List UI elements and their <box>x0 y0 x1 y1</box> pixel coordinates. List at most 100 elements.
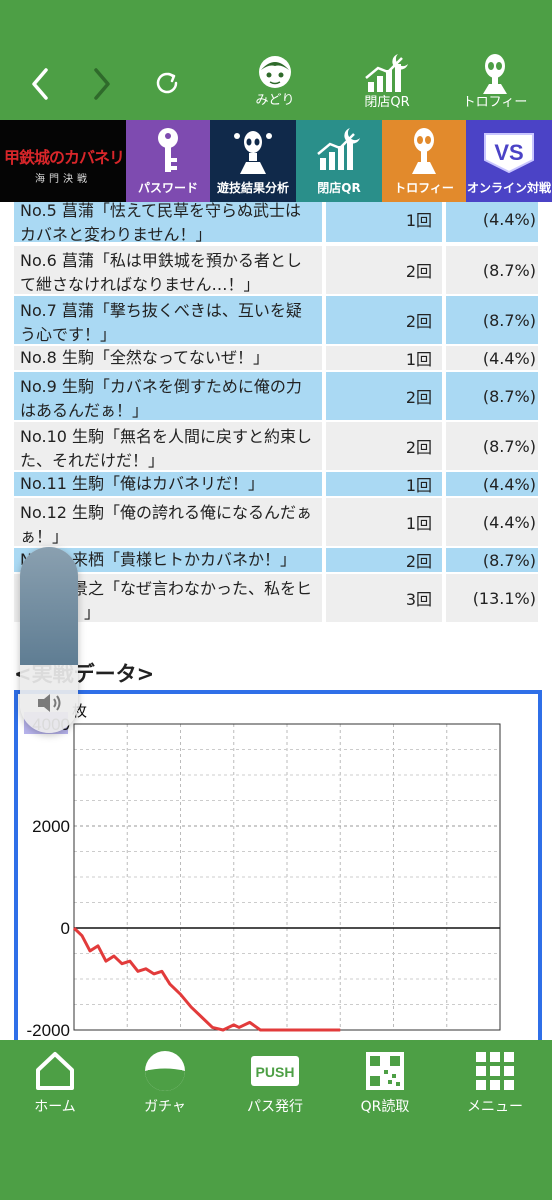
quote-count: 2回 <box>326 246 442 294</box>
bottom-nav-qr-label: QR読取 <box>360 1099 410 1115</box>
reload-icon <box>156 72 178 94</box>
menu-tile-closing-qr-label: 閉店QR <box>317 181 361 195</box>
table-row: No.5 菖蒲「怯えて民草を守らぬ武士はカバネと変わりません！」 1回 (4.4… <box>14 202 538 244</box>
menu-tile-closing-qr[interactable]: 閉店QR <box>296 120 382 202</box>
push-pass-icon: PUSH <box>251 1056 299 1086</box>
table-row: No.9 生駒「カバネを倒すために俺の力はあるんだぁ！」 2回 (8.7%) <box>14 372 538 420</box>
quote-percent: (8.7%) <box>446 548 538 572</box>
midori-label: みどり <box>255 93 295 108</box>
trophy-alien-icon <box>412 128 436 174</box>
reload-button[interactable] <box>150 66 184 100</box>
quote-percent: (13.1%) <box>446 574 538 622</box>
quote-text: No.5 菖蒲「怯えて民草を守らぬ武士はカバネと変わりません！」 <box>14 202 322 244</box>
quote-count: 3回 <box>326 574 442 622</box>
home-icon <box>36 1052 74 1090</box>
midori-character-icon <box>259 56 291 88</box>
gacha-ball-icon <box>145 1051 185 1091</box>
menu-grid-icon <box>476 1052 514 1090</box>
bottom-nav-gacha-label: ガチャ <box>144 1099 186 1115</box>
table-row: No.12 生駒「俺の誇れる俺になるんだぁぁ！」 1回 (4.4%) <box>14 498 538 546</box>
quote-count: 2回 <box>326 422 442 470</box>
volume-overlay[interactable] <box>20 547 78 733</box>
content-area: No.5 菖蒲「怯えて民草を守らぬ武士はカバネと変わりません！」 1回 (4.4… <box>0 202 552 1040</box>
closing-qr-chart-icon <box>365 54 408 92</box>
chart-y-tick-label: 0 <box>61 919 70 938</box>
svg-text:PUSH: PUSH <box>256 1064 295 1080</box>
bottom-nav: ホーム ガチャ PUSH パス発行 QR読取 メニュー <box>0 1040 552 1200</box>
quote-count: 2回 <box>326 296 442 344</box>
volume-level <box>20 547 78 665</box>
menu-tile-online-battle-label: オンライン対戦 <box>466 181 551 195</box>
bottom-nav-gacha[interactable]: ガチャ <box>110 1048 220 1116</box>
chevron-left-icon <box>32 68 48 100</box>
bottom-nav-qr[interactable]: QR読取 <box>330 1048 440 1116</box>
menu-tile-online-battle[interactable]: VS オンライン対戦 <box>466 120 552 202</box>
game-data-chart: 400020000-2000枚 <box>14 690 542 1040</box>
chevron-right-icon <box>94 68 110 100</box>
top-closing-qr[interactable]: 閉店QR <box>342 52 432 110</box>
quote-percent: (4.4%) <box>446 202 538 242</box>
quote-percent: (4.4%) <box>446 346 538 370</box>
table-row: No.17 景之「なぜ言わなかった、私をヒトだと！」 3回 (13.1%) <box>14 574 538 622</box>
trophy-label: トロフィー <box>462 95 528 110</box>
closing-qr-label: 閉店QR <box>364 95 410 110</box>
vs-online-icon: VS <box>484 133 534 174</box>
bottom-nav-home[interactable]: ホーム <box>0 1048 110 1116</box>
menu-tile-trophy[interactable]: トロフィー <box>382 120 466 202</box>
top-midori[interactable]: みどり <box>230 52 320 108</box>
table-row: No.8 生駒「全然なってないぜ！」 1回 (4.4%) <box>14 346 538 370</box>
quote-count: 1回 <box>326 346 442 370</box>
quote-count: 2回 <box>326 372 442 420</box>
back-button[interactable] <box>26 64 56 104</box>
bottom-nav-home-label: ホーム <box>34 1099 76 1115</box>
bottom-nav-menu-label: メニュー <box>467 1099 523 1115</box>
chart-y-tick-label: -2000 <box>27 1021 70 1040</box>
quote-percent: (4.4%) <box>446 472 538 496</box>
game-menu-row: 甲鉄城のカバネリ 海門決戦 パスワード 遊技結果分析 閉店QR トロフィー VS… <box>0 120 552 202</box>
quote-text: No.7 菖蒲「撃ち抜くべきは、互いを疑う心です！」 <box>14 296 322 344</box>
top-trophy[interactable]: トロフィー <box>450 52 540 110</box>
menu-tile-trophy-label: トロフィー <box>394 181 454 195</box>
menu-tile-analysis-label: 遊技結果分析 <box>216 181 289 195</box>
game-logo-title: 甲鉄城のカバネリ <box>4 148 122 167</box>
table-row: No.7 菖蒲「撃ち抜くべきは、互いを疑う心です！」 2回 (8.7%) <box>14 296 538 344</box>
analysis-alien-icon <box>234 131 272 174</box>
quote-percent: (4.4%) <box>446 498 538 546</box>
quote-count: 1回 <box>326 472 442 496</box>
key-icon <box>158 128 178 172</box>
bottom-nav-menu[interactable]: メニュー <box>440 1048 550 1116</box>
quote-percent: (8.7%) <box>446 422 538 470</box>
qr-code-icon <box>366 1052 404 1090</box>
table-row: No.6 菖蒲「私は甲鉄城を預かる者として紲さなければなりません…！」 2回 (… <box>14 246 538 294</box>
speaker-icon <box>38 694 61 712</box>
quote-count: 1回 <box>326 202 442 242</box>
top-toolbar: みどり 閉店QR トロフィー <box>0 0 552 120</box>
menu-tile-analysis[interactable]: 遊技結果分析 <box>210 120 296 202</box>
quote-text: No.11 生駒「俺はカバネリだ！」 <box>14 472 322 496</box>
quote-text: No.9 生駒「カバネを倒すために俺の力はあるんだぁ！」 <box>14 372 322 420</box>
bottom-nav-pass-label: パス発行 <box>247 1099 303 1115</box>
quote-percent: (8.7%) <box>446 372 538 420</box>
game-logo[interactable]: 甲鉄城のカバネリ 海門決戦 <box>0 120 126 202</box>
table-row: No.14 来栖「貴様ヒトかカバネか！」 2回 (8.7%) <box>14 548 538 572</box>
menu-tile-password-label: パスワード <box>137 181 198 195</box>
menu-tile-password[interactable]: パスワード <box>126 120 210 202</box>
forward-button[interactable] <box>86 64 116 104</box>
table-row: No.11 生駒「俺はカバネリだ！」 1回 (4.4%) <box>14 472 538 496</box>
quote-count: 2回 <box>326 548 442 572</box>
chart-svg: 400020000-2000枚 <box>24 703 501 1040</box>
game-logo-subtitle: 海門決戦 <box>35 174 91 185</box>
closing-qr-chart-icon <box>317 128 360 170</box>
quote-count: 1回 <box>326 498 442 546</box>
quote-percent: (8.7%) <box>446 296 538 344</box>
table-row: No.10 生駒「無名を人間に戻すと約束した、それだけだ！」 2回 (8.7%) <box>14 422 538 470</box>
quote-text: No.6 菖蒲「私は甲鉄城を預かる者として紲さなければなりません…！」 <box>14 246 322 294</box>
quote-text: No.8 生駒「全然なってないぜ！」 <box>14 346 322 370</box>
trophy-alien-icon <box>483 54 507 94</box>
quote-text: No.10 生駒「無名を人間に戻すと約束した、それだけだ！」 <box>14 422 322 470</box>
quote-text: No.12 生駒「俺の誇れる俺になるんだぁぁ！」 <box>14 498 322 546</box>
svg-text:VS: VS <box>494 140 523 165</box>
bottom-nav-pass[interactable]: PUSH パス発行 <box>220 1048 330 1116</box>
quote-percent: (8.7%) <box>446 246 538 294</box>
chart-y-tick-label: 2000 <box>32 817 70 836</box>
